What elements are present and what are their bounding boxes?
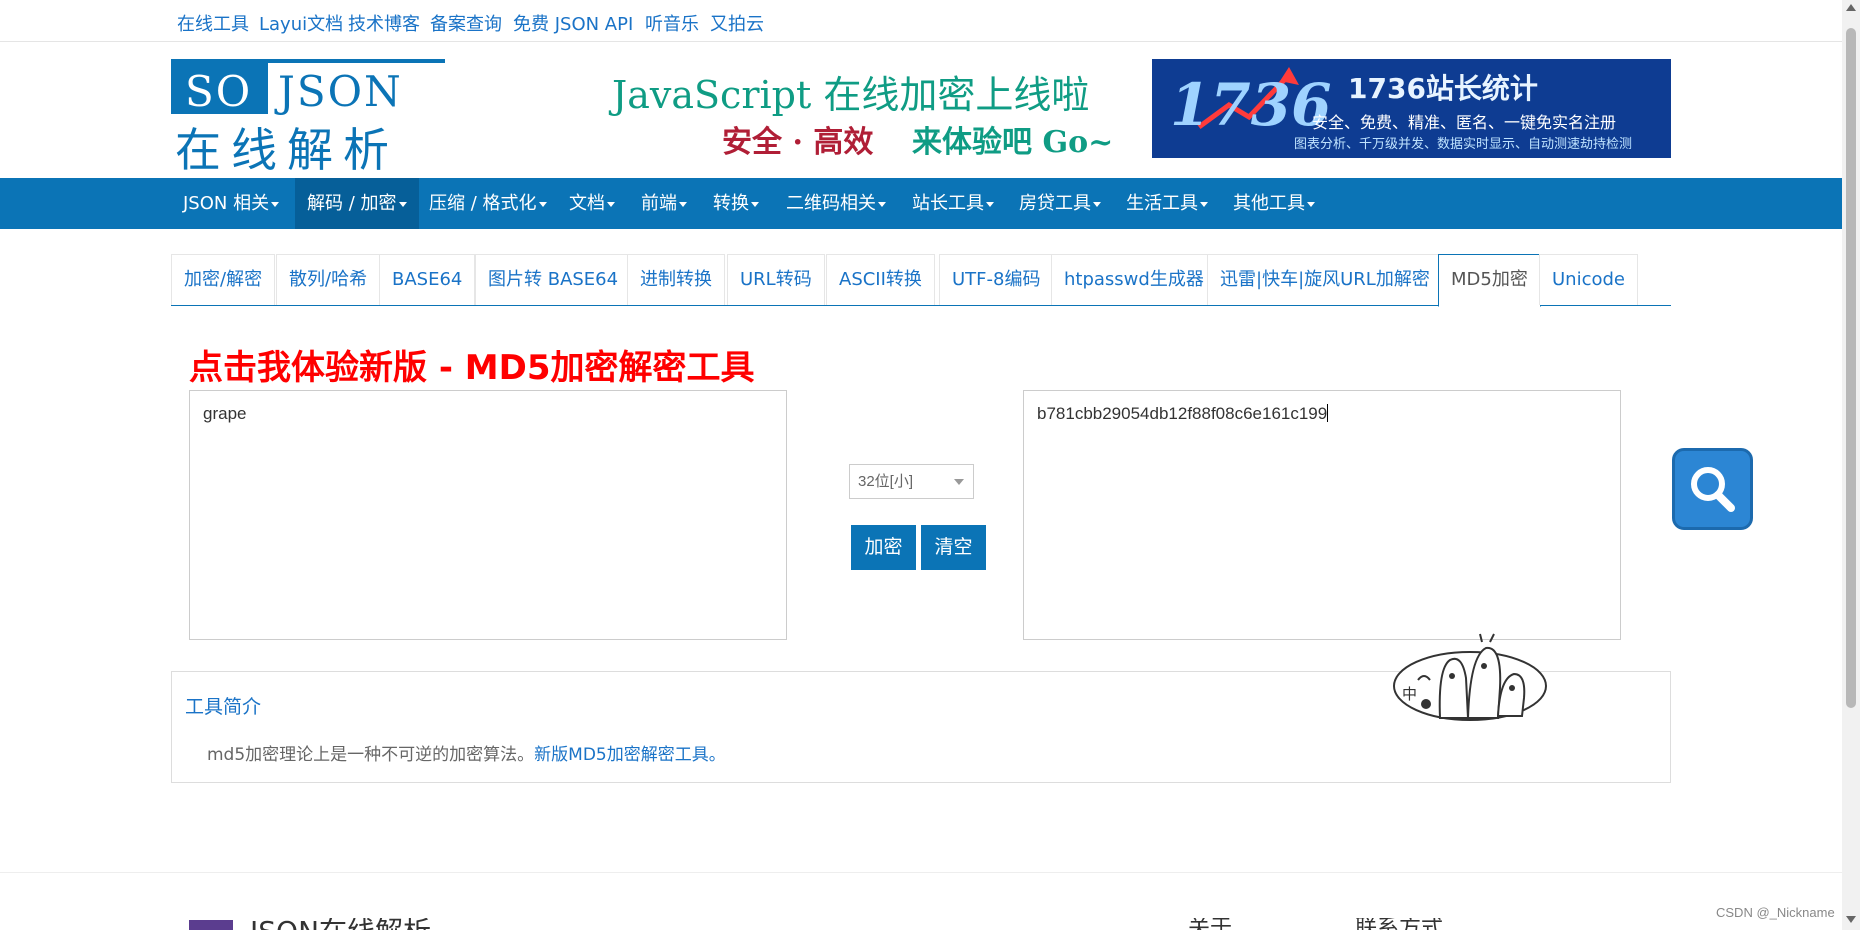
tab-utf8[interactable]: UTF-8编码 [939, 254, 1054, 305]
chevron-down-icon [954, 479, 964, 485]
sticker-label: 中 [1402, 685, 1418, 703]
topbar-link-json-api[interactable]: 免费 JSON API [513, 10, 633, 36]
nav-item-json[interactable]: JSON 相关 [171, 178, 291, 229]
caret-down-icon [398, 201, 407, 207]
md5-output-textarea[interactable]: b781cbb29054db12f88f08c6e161c199 [1023, 390, 1621, 640]
caret-down-icon [1093, 201, 1101, 207]
nav-item-label: 压缩 / 格式化 [429, 193, 537, 214]
logo-json-text: JSON [278, 67, 403, 116]
intro-description: md5加密理论上是一种不可逆的加密算法。 [207, 745, 535, 765]
nav-item-label: 生活工具 [1126, 193, 1198, 214]
page-scrollbar[interactable] [1842, 0, 1860, 930]
nav-item-life[interactable]: 生活工具 [1114, 178, 1220, 229]
nav-item-label: 转换 [713, 193, 749, 214]
top-link-bar: 在线工具 Layui文档 技术博客 备案查询 免费 JSON API 听音乐 又… [0, 0, 1842, 42]
scroll-down-icon[interactable] [1846, 916, 1856, 923]
caret-down-icon [607, 201, 615, 207]
input-text: grape [203, 404, 247, 423]
tab-htpasswd[interactable]: htpasswd生成器 [1051, 254, 1217, 305]
intro-title: 工具简介 [185, 696, 262, 718]
caret-down-icon [878, 201, 886, 207]
tab-hash[interactable]: 散列/哈希 [276, 254, 381, 305]
topbar-link-tech-blog[interactable]: 技术博客 [348, 10, 420, 36]
tab-base64[interactable]: BASE64 [379, 254, 476, 305]
tab-unicode[interactable]: Unicode [1539, 254, 1638, 305]
ad-number: 1736 [1170, 71, 1332, 139]
footer-logo [189, 920, 233, 930]
csdn-watermark: CSDN @_Nickname [1716, 905, 1835, 920]
nav-item-label: 前端 [641, 193, 677, 214]
promo-line-2a: 安全 · 高效 [722, 125, 874, 160]
tab-url-encode[interactable]: URL转码 [727, 254, 825, 305]
topbar-link-icp-lookup[interactable]: 备案查询 [430, 10, 502, 36]
ad-subtitle-2: 图表分析、千万级并发、数据实时显示、自动测速劫持检测 [1294, 137, 1633, 152]
text-cursor [1327, 404, 1329, 422]
scrollbar-thumb[interactable] [1846, 28, 1856, 708]
caret-down-icon [538, 201, 547, 207]
md5-mode-select[interactable]: 32位[小] [849, 464, 974, 499]
nav-item-decode-encrypt[interactable]: 解码 / 加密 [295, 178, 419, 229]
scroll-up-icon[interactable] [1846, 4, 1856, 11]
footer-contact[interactable]: 联系方式 [1355, 918, 1455, 930]
clear-button[interactable]: 清空 [921, 525, 986, 570]
nav-item-mortgage[interactable]: 房贷工具 [1007, 178, 1113, 229]
intro-new-version-link[interactable]: 新版MD5加密解密工具。 [534, 745, 726, 765]
logo-json-box: JSON [268, 63, 445, 116]
nav-item-label: 房贷工具 [1019, 193, 1091, 214]
caret-down-icon [751, 201, 759, 207]
new-version-link[interactable]: 点击我体验新版 - MD5加密解密工具 [189, 340, 755, 389]
nav-item-label: JSON 相关 [183, 193, 270, 214]
promo-line-2b: 来体验吧 Go~ [912, 125, 1114, 160]
footer-about[interactable]: 关于 [1188, 918, 1238, 930]
nav-item-other[interactable]: 其他工具 [1221, 178, 1327, 229]
nav-item-qrcode[interactable]: 二维码相关 [774, 178, 898, 229]
cartoon-mascot-icon [1393, 633, 1547, 721]
footer-brand: JSON在线解析 [250, 918, 480, 930]
nav-item-label: 文档 [569, 193, 605, 214]
promo-line-1: JavaScript 在线加密上线啦 [612, 73, 1090, 117]
tool-tabs: 加密/解密 散列/哈希 BASE64 图片转 BASE64 进制转换 URL转码… [171, 254, 1671, 307]
site-logo[interactable]: SO JSON 在线解析 [171, 59, 445, 177]
topbar-link-upyun[interactable]: 又拍云 [710, 10, 764, 36]
nav-item-label: 解码 / 加密 [307, 193, 397, 214]
nav-item-compress-format[interactable]: 压缩 / 格式化 [417, 178, 559, 229]
ad-1736-banner[interactable]: 1736 1736站长统计 安全、免费、精准、匿名、一键免实名注册 图表分析、千… [1152, 59, 1671, 158]
caret-down-icon [986, 201, 994, 207]
ad-title: 1736站长统计 [1348, 72, 1538, 105]
tab-thunder-url[interactable]: 迅雷|快车|旋风URL加解密 [1207, 254, 1443, 305]
nav-item-label: 其他工具 [1233, 193, 1305, 214]
topbar-link-layui-docs[interactable]: Layui文档 [259, 10, 343, 36]
encrypt-button[interactable]: 加密 [851, 525, 916, 570]
search-icon [1691, 467, 1735, 512]
nav-item-docs[interactable]: 文档 [557, 178, 627, 229]
caret-down-icon [271, 201, 280, 207]
tab-ascii[interactable]: ASCII转换 [826, 254, 935, 305]
logo-cn-text: 在线解析 [175, 123, 399, 177]
logo-so-text: SO [185, 67, 253, 116]
cartoon-sticker[interactable]: 中 [1390, 628, 1550, 724]
md5-input-textarea[interactable]: grape [189, 390, 787, 640]
main-nav: JSON 相关 解码 / 加密 压缩 / 格式化 文档 前端 转换 二维码相关 … [0, 178, 1842, 229]
topbar-link-music[interactable]: 听音乐 [645, 10, 699, 36]
topbar-link-online-tools[interactable]: 在线工具 [177, 10, 249, 36]
intro-text: md5加密理论上是一种不可逆的加密算法。新版MD5加密解密工具。 [207, 740, 726, 765]
footer-divider [0, 872, 1842, 873]
caret-down-icon [1307, 201, 1315, 207]
nav-item-frontend[interactable]: 前端 [629, 178, 699, 229]
nav-item-webmaster[interactable]: 站长工具 [900, 178, 1006, 229]
nav-item-convert[interactable]: 转换 [701, 178, 771, 229]
tab-md5[interactable]: MD5加密 [1438, 254, 1541, 307]
ad-subtitle-1: 安全、免费、精准、匿名、一键免实名注册 [1312, 113, 1617, 132]
nav-item-label: 站长工具 [912, 193, 984, 214]
tab-image-base64[interactable]: 图片转 BASE64 [475, 254, 632, 305]
tab-encrypt-decrypt[interactable]: 加密/解密 [171, 254, 276, 305]
caret-down-icon [679, 201, 687, 207]
select-value: 32位[小] [858, 473, 914, 490]
output-text: b781cbb29054db12f88f08c6e161c199 [1037, 404, 1328, 423]
tab-radix[interactable]: 进制转换 [627, 254, 725, 305]
nav-item-label: 二维码相关 [786, 193, 876, 214]
caret-down-icon [1200, 201, 1208, 207]
floating-search-button[interactable] [1672, 448, 1753, 530]
